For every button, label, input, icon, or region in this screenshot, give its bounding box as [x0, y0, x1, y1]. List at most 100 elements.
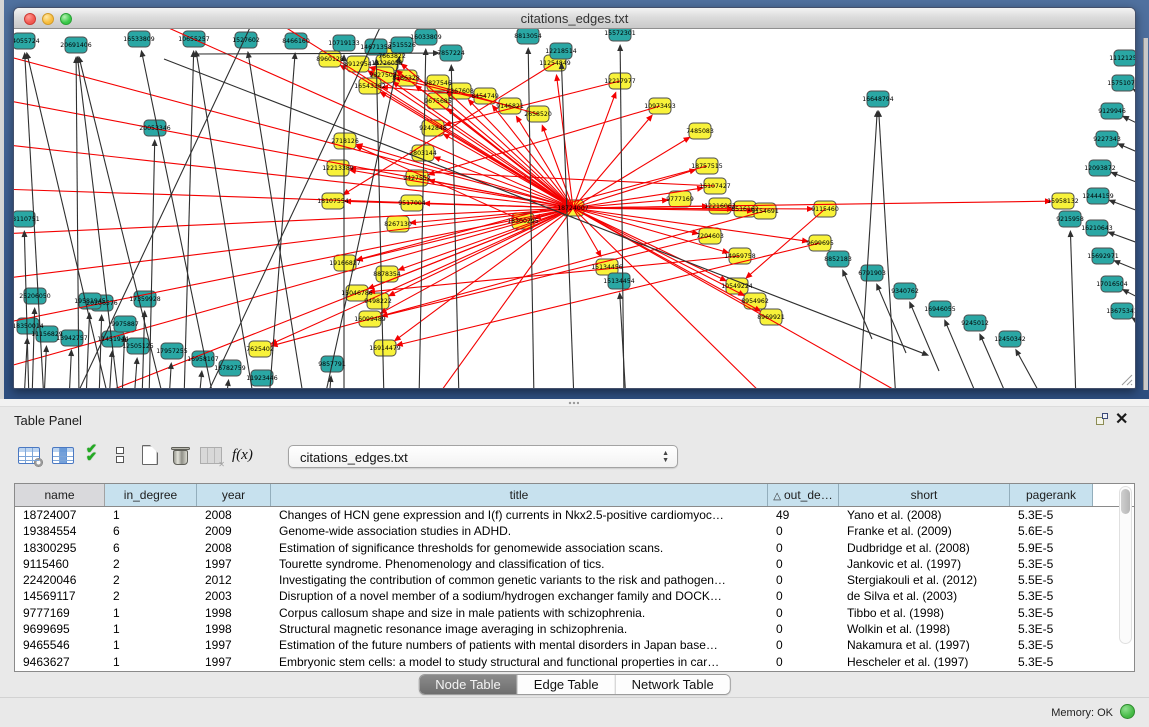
network-node-label: 20053346	[139, 125, 171, 132]
table-row[interactable]: 1872400712008Changes of HCN gene express…	[15, 507, 1134, 523]
column-header-pagerank[interactable]: pagerank	[1010, 484, 1093, 506]
column-header-out_de[interactable]: △out_de…	[768, 484, 839, 506]
tab-network-table[interactable]: Network Table	[616, 675, 730, 694]
float-panel-icon[interactable]	[1096, 413, 1109, 426]
network-edge	[109, 354, 112, 389]
network-window-titlebar[interactable]: citations_edges.txt	[14, 8, 1135, 29]
table-cell: 0	[768, 523, 839, 539]
table-row[interactable]: 969969511998Structural magnetic resonanc…	[15, 621, 1134, 637]
resize-grip[interactable]	[1119, 372, 1133, 386]
network-node-label: 9498222	[364, 298, 392, 305]
table-cell: Genome-wide association studies in ADHD.	[271, 523, 768, 539]
table-cell: 5.6E-5	[1010, 523, 1093, 539]
edge-arrowhead	[394, 335, 401, 342]
column-header-year[interactable]: year	[197, 484, 271, 506]
show-columns-icon[interactable]	[52, 447, 74, 464]
column-header-short[interactable]: short	[839, 484, 1010, 506]
edge-arrowhead	[541, 124, 547, 132]
table-cell: Tourette syndrome. Phenomenology and cla…	[271, 556, 768, 572]
network-node-label: 15046786	[341, 290, 373, 297]
edge-arrowhead	[1068, 230, 1074, 237]
row-height-icon[interactable]	[116, 447, 124, 465]
edge-arrowhead	[1110, 172, 1118, 178]
edge-arrowhead	[397, 265, 405, 271]
table-cell: 2012	[197, 572, 271, 588]
network-node-label: 2718126	[331, 138, 359, 145]
delete-column-icon[interactable]	[172, 446, 189, 465]
edge-arrowhead	[109, 350, 115, 357]
table-row[interactable]: 946554611997Estimation of the future num…	[15, 637, 1134, 653]
scrollbar-thumb[interactable]	[1121, 489, 1130, 514]
column-header-name[interactable]: name	[15, 484, 105, 506]
network-edge	[573, 117, 650, 208]
table-row[interactable]: 1456911722003Disruption of a novel membe…	[15, 588, 1134, 604]
table-toolbar: ✔✔ f(x) citations_edges.txt ▲▼	[14, 445, 1114, 477]
table-cell: 6	[105, 540, 197, 556]
table-cell: 0	[768, 572, 839, 588]
network-edge	[573, 95, 615, 208]
table-selector-dropdown[interactable]: citations_edges.txt ▲▼	[288, 445, 678, 468]
table-cell: Embryonic stem cells: a model to study s…	[271, 654, 768, 670]
network-node-label: 17957255	[156, 348, 188, 355]
edge-arrowhead	[554, 74, 560, 81]
network-node-label: 15751074	[1107, 80, 1136, 87]
network-node-label: 16648794	[862, 96, 894, 103]
table-cell: 5.3E-5	[1010, 621, 1093, 637]
edge-arrowhead	[525, 47, 531, 54]
network-node-label: 15134454	[603, 278, 635, 285]
table-cell: 0	[768, 556, 839, 572]
table-cell: 0	[768, 621, 839, 637]
network-edge	[14, 208, 573, 278]
table-cell: 18724007	[15, 507, 105, 523]
select-columns-icon[interactable]: ✔✔	[86, 445, 97, 461]
table-scrollbar[interactable]	[1119, 486, 1132, 644]
network-edge	[69, 353, 71, 389]
table-cell: 0	[768, 605, 839, 621]
table-row[interactable]: 2242004622012Investigating the contribut…	[15, 572, 1134, 588]
network-edge	[844, 273, 872, 339]
network-node-label: 18350014	[14, 323, 44, 330]
column-header-in_degree[interactable]: in_degree	[105, 484, 197, 506]
table-cell: 1	[105, 605, 197, 621]
column-header-title[interactable]: title	[271, 484, 768, 506]
edge-arrowhead	[433, 156, 441, 162]
network-edge	[1111, 233, 1136, 247]
node-attribute-table: namein_degreeyeartitle△out_de…shortpager…	[14, 483, 1135, 672]
tab-node-table[interactable]: Node Table	[419, 675, 518, 694]
network-node-label: 9242848	[419, 125, 447, 132]
table-settings-icon[interactable]	[18, 447, 40, 464]
tab-edge-table[interactable]: Edge Table	[518, 675, 616, 694]
edge-arrowhead	[448, 64, 454, 71]
panel-splitter[interactable]	[0, 399, 1149, 407]
table-cell: Yano et al. (2008)	[839, 507, 1010, 523]
table-row[interactable]: 946362711997Embryonic stem cells: a mode…	[15, 654, 1134, 670]
table-cell: 9115460	[15, 556, 105, 572]
network-canvas[interactable]: 1872400789601288912954132260589827508818…	[14, 29, 1136, 389]
memory-status-icon[interactable]	[1120, 704, 1135, 719]
table-cell: 5.3E-5	[1010, 637, 1093, 653]
table-cell: 9699695	[15, 621, 105, 637]
network-edge	[196, 54, 254, 389]
table-row[interactable]: 1938455462009Genome-wide association stu…	[15, 523, 1134, 539]
network-edge	[99, 318, 102, 389]
edge-arrowhead	[617, 292, 623, 299]
table-row[interactable]: 977716911998Corpus callosum shape and si…	[15, 605, 1134, 621]
close-panel-icon[interactable]: ✕	[1115, 409, 1128, 429]
delete-table-icon[interactable]	[200, 447, 222, 464]
table-cell: 9463627	[15, 654, 105, 670]
network-node-label: 17359928	[129, 296, 161, 303]
splitter-handle-icon[interactable]	[568, 401, 579, 405]
table-cell: 14569117	[15, 588, 105, 604]
table-row[interactable]: 1830029562008Estimation of significance …	[15, 540, 1134, 556]
network-edge	[24, 234, 29, 389]
table-cell: Franke et al. (2009)	[839, 523, 1010, 539]
network-node-label: 16914479	[369, 345, 401, 352]
table-row[interactable]: 911546021997Tourette syndrome. Phenomeno…	[15, 556, 1134, 572]
network-edge	[859, 114, 877, 389]
network-node-label: 9827546	[424, 80, 452, 87]
function-builder-icon[interactable]: f(x)	[232, 447, 253, 464]
table-body: 1872400712008Changes of HCN gene express…	[15, 507, 1134, 670]
network-edge	[169, 366, 171, 389]
table-cell: Wolkin et al. (1998)	[839, 621, 1010, 637]
new-column-icon[interactable]	[142, 445, 158, 465]
